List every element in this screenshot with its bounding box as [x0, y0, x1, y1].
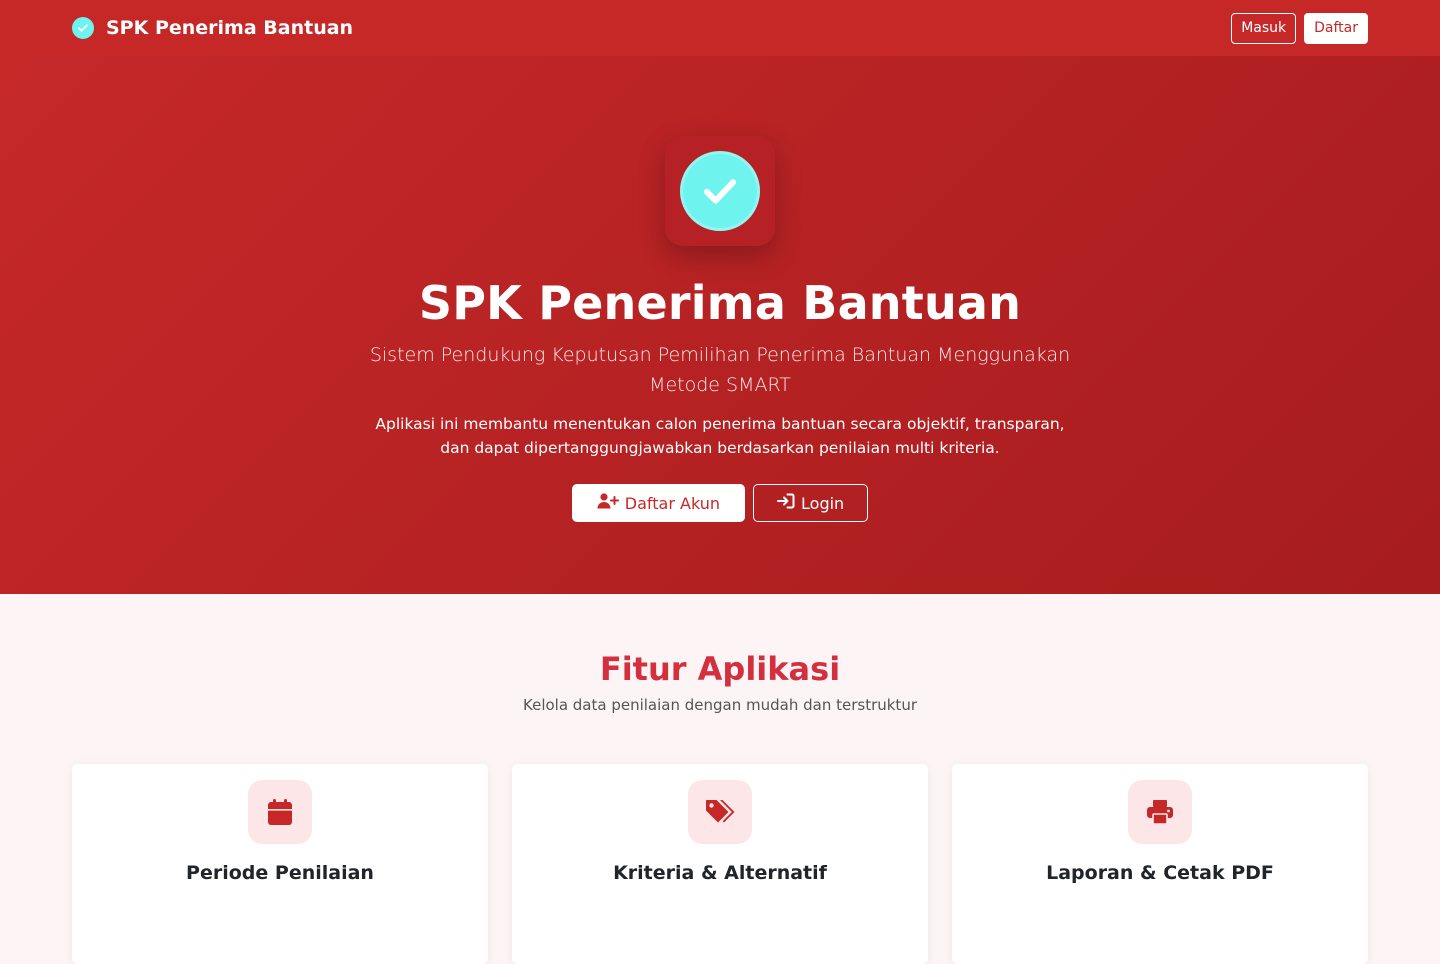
feature-card-laporan: Laporan & Cetak PDF: [952, 764, 1368, 964]
check-circle-icon: [680, 151, 760, 231]
hero-title: SPK Penerima Bantuan: [418, 276, 1022, 330]
brand-name: SPK Penerima Bantuan: [106, 17, 354, 39]
feature-card-title: Laporan & Cetak PDF: [1046, 862, 1274, 884]
hero-logo: [665, 136, 775, 246]
tags-icon: [688, 780, 752, 844]
features-section: Fitur Aplikasi Kelola data penilaian den…: [0, 594, 1440, 964]
feature-card-kriteria: Kriteria & Alternatif: [512, 764, 928, 964]
register-account-label: Daftar Akun: [624, 493, 721, 513]
hero-actions: Daftar Akun Login: [571, 484, 869, 522]
nav-actions: Masuk Daftar: [1231, 12, 1368, 44]
features-title: Fitur Aplikasi: [599, 650, 841, 688]
daftar-button[interactable]: Daftar: [1304, 12, 1368, 44]
brand[interactable]: SPK Penerima Bantuan: [72, 17, 353, 39]
feature-cards: Periode Penilaian Kriteria & Alternatif …: [72, 764, 1368, 964]
login-button[interactable]: Login: [753, 484, 869, 522]
masuk-button[interactable]: Masuk: [1231, 12, 1297, 44]
feature-card-title: Kriteria & Alternatif: [613, 862, 827, 884]
register-account-button[interactable]: Daftar Akun: [571, 484, 746, 522]
features-subtitle: Kelola data penilaian dengan mudah dan t…: [523, 696, 917, 714]
hero-section: SPK Penerima Bantuan Sistem Pendukung Ke…: [0, 56, 1440, 594]
user-plus-icon: [597, 493, 619, 513]
feature-card-periode: Periode Penilaian: [72, 764, 488, 964]
printer-icon: [1128, 780, 1192, 844]
navbar: SPK Penerima Bantuan Masuk Daftar: [0, 0, 1440, 56]
check-circle-icon: [72, 17, 94, 39]
hero-description: Aplikasi ini membantu menentukan calon p…: [375, 415, 1065, 457]
login-label: Login: [801, 493, 845, 513]
hero-subtitle: Sistem Pendukung Keputusan Pemilihan Pen…: [369, 344, 1071, 396]
sign-in-icon: [777, 493, 795, 513]
feature-card-title: Periode Penilaian: [186, 862, 374, 884]
calendar-icon: [248, 780, 312, 844]
